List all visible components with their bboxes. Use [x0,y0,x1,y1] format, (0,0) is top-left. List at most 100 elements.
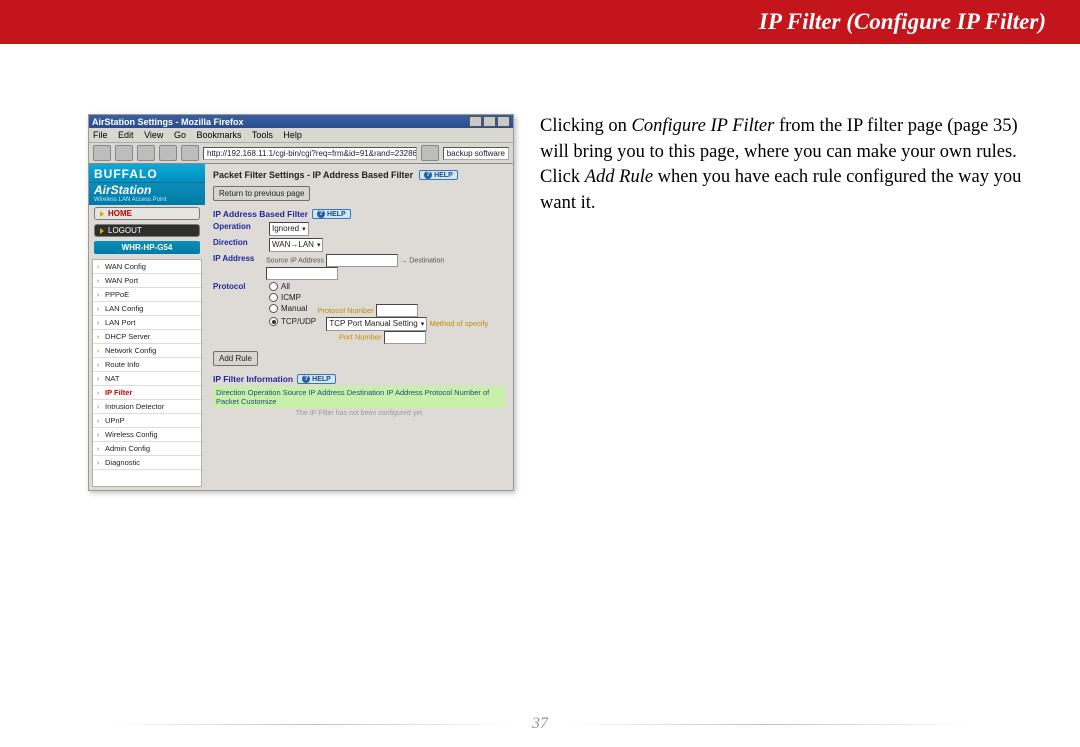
menu-go[interactable]: Go [174,130,186,140]
url-input[interactable]: http://192.168.11.1/cgi-bin/cgi?req=frm&… [203,147,417,160]
ip-dest-input[interactable] [266,267,338,280]
radio-tcpudp-label: TCP/UDP [281,317,316,326]
sidebar-item[interactable]: ›PPPoE [93,288,201,302]
chevron-icon: › [93,332,103,341]
help-button[interactable]: HELP [419,170,458,180]
radio-manual-label: Manual [281,304,307,313]
sidebar-item-label: NAT [103,372,201,385]
logout-nav-button[interactable]: LOGOUT [94,224,200,237]
page-number: 37 [0,715,1080,733]
chevron-icon: › [93,444,103,453]
sidebar-item[interactable]: ›Admin Config [93,442,201,456]
radio-all[interactable]: All [269,282,290,291]
label-direction: Direction [213,238,269,247]
maximize-button[interactable] [483,116,496,127]
forward-button[interactable] [115,145,133,161]
search-input[interactable]: backup software [443,147,509,160]
radio-manual[interactable]: Manual [269,304,307,313]
table-empty-note: The IP Filter has not been configured ye… [213,408,505,419]
menu-file[interactable]: File [93,130,108,140]
radio-icmp-label: ICMP [281,293,301,302]
sidebar-item-label: Network Config [103,344,201,357]
sidebar-item[interactable]: ›WAN Port [93,274,201,288]
direction-select[interactable]: WAN→LAN [269,238,323,252]
menu-help[interactable]: Help [283,130,302,140]
address-bar: http://192.168.11.1/cgi-bin/cgi?req=frm&… [89,143,513,164]
row-protocol: Protocol All ICMP Manual Protocol Number [213,281,505,345]
ip-source-label: Source IP Address [266,258,324,265]
chevron-icon: › [93,304,103,313]
port-number-input[interactable] [384,331,426,344]
description-text: Clicking on Configure IP Filter from the… [540,114,1022,491]
window-title: AirStation Settings - Mozilla Firefox [92,117,244,127]
stop-button[interactable] [159,145,177,161]
sidebar-item[interactable]: ›Network Config [93,344,201,358]
arrow-icon [100,211,104,217]
window-buttons [469,116,510,127]
close-button[interactable] [497,116,510,127]
port-number-label: Port Number [339,333,382,342]
menu-tools[interactable]: Tools [252,130,273,140]
label-operation: Operation [213,222,269,231]
sidebar-item-label: LAN Port [103,316,201,329]
port-method-note: Method of specify [429,319,488,328]
minimize-button[interactable] [469,116,482,127]
sidebar-item[interactable]: ›Wireless Config [93,428,201,442]
sidebar-item-label: Wireless Config [103,428,201,441]
browser-window: AirStation Settings - Mozilla Firefox Fi… [88,114,514,491]
model-label: WHR-HP-G54 [94,241,200,254]
section-ip-filter: IP Address Based Filter HELP [213,209,505,219]
chevron-icon: › [93,374,103,383]
panel-title: Packet Filter Settings - IP Address Base… [213,170,413,180]
help-button[interactable]: HELP [297,374,336,384]
port-method-select[interactable]: TCP Port Manual Setting [326,317,427,331]
page-header: IP Filter (Configure IP Filter) [0,0,1080,44]
sidebar-item[interactable]: ›Intrusion Detector [93,400,201,414]
page-title: IP Filter (Configure IP Filter) [759,9,1046,35]
window-titlebar: AirStation Settings - Mozilla Firefox [89,115,513,128]
add-rule-button[interactable]: Add Rule [213,351,258,366]
sidebar-item[interactable]: ›Diagnostic [93,456,201,470]
page-number-value: 37 [532,715,548,732]
radio-tcpudp[interactable]: TCP/UDP [269,317,316,326]
chevron-icon: › [93,402,103,411]
return-button[interactable]: Return to previous page [213,186,310,201]
content-row: AirStation Settings - Mozilla Firefox Fi… [0,44,1080,491]
sidebar-item[interactable]: ›NAT [93,372,201,386]
desc-i1: Configure IP Filter [631,116,774,136]
radio-icmp[interactable]: ICMP [269,293,301,302]
sidebar-item-label: UPnP [103,414,201,427]
go-button[interactable] [421,145,439,161]
panel-heading: Packet Filter Settings - IP Address Base… [213,170,505,180]
menu-bookmarks[interactable]: Bookmarks [196,130,241,140]
label-ipaddress: IP Address [213,254,266,263]
router-page: BUFFALO AirStation Wireless LAN Access P… [89,164,513,490]
main-panel: Packet Filter Settings - IP Address Base… [205,164,513,490]
home-button[interactable] [181,145,199,161]
sidebar-item-label: Route Info [103,358,201,371]
sidebar-item[interactable]: ›Route Info [93,358,201,372]
operation-select[interactable]: Ignored [269,222,309,236]
menu-view[interactable]: View [144,130,163,140]
chevron-icon: › [93,318,103,327]
help-button[interactable]: HELP [312,209,351,219]
sidebar-item[interactable]: ›DHCP Server [93,330,201,344]
sidebar-item[interactable]: ›LAN Config [93,302,201,316]
sidebar-item[interactable]: ›WAN Config [93,260,201,274]
row-ipaddress: IP Address Source IP Address → Destinati… [213,253,505,281]
sidebar-item[interactable]: ›UPnP [93,414,201,428]
menu-edit[interactable]: Edit [118,130,134,140]
sidebar-item[interactable]: ›IP Filter [93,386,201,400]
sidebar-item[interactable]: ›LAN Port [93,316,201,330]
home-nav-button[interactable]: HOME [94,207,200,220]
back-button[interactable] [93,145,111,161]
ip-dest-label: → Destination [400,258,444,265]
nav-list: ›WAN Config›WAN Port›PPPoE›LAN Config›LA… [92,259,202,487]
reload-button[interactable] [137,145,155,161]
sidebar-item-label: Intrusion Detector [103,400,201,413]
ip-source-input[interactable] [326,254,398,267]
sidebar-item-label: Admin Config [103,442,201,455]
row-operation: Operation Ignored [213,221,505,237]
protocol-number-input[interactable] [376,304,418,317]
sidebar-item-label: LAN Config [103,302,201,315]
